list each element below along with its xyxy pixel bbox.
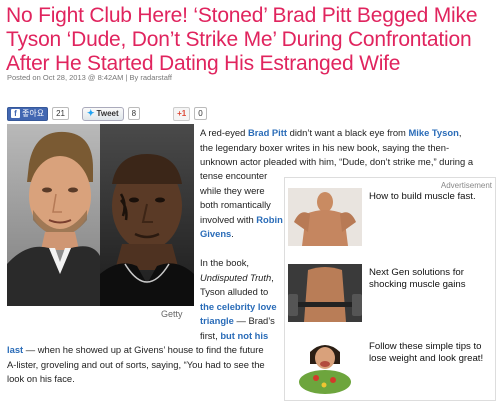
post-meta: Posted on Oct 28, 2013 @ 8:42AM | By rad… (7, 73, 172, 82)
p1-line-8: Givens. (200, 228, 234, 239)
article-paragraph-1-top: A red-eyed Brad Pitt didn’t want a black… (200, 126, 496, 170)
not-his-last-link[interactable]: but not his (220, 330, 268, 341)
tweet-count: 8 (127, 107, 141, 120)
p1-line-6: both romantically (200, 199, 271, 210)
ad-item[interactable]: Follow these simple tips to lose weight … (288, 338, 494, 400)
photo-credit: Getty (161, 309, 183, 319)
google-plus-count: 0 (194, 107, 207, 120)
robin-givens-link[interactable]: Robin (256, 214, 283, 225)
p2-line-1: In the book, (200, 257, 249, 268)
p2-line-4[interactable]: the celebrity love (200, 300, 284, 315)
p2-line-9: look on his face. (7, 373, 75, 384)
p1-line-1: A red-eyed Brad Pitt didn’t want a black… (200, 127, 462, 138)
ad-thumbnail[interactable] (288, 264, 362, 322)
ad-text[interactable]: Next Gen solutions for shocking muscle g… (369, 267, 489, 291)
p2-line-6: first, but not his (200, 329, 269, 341)
p2-line-8: A-lister, groveling and out of sorts, sa… (7, 358, 265, 370)
article-paragraph-2-bottom: last — when he showed up at Givens’ hous… (7, 343, 287, 387)
p2-line-3: Tyson alluded to (200, 286, 269, 297)
ad-thumbnail[interactable] (288, 188, 362, 246)
article-paragraph-1-side: tense encounter while they were both rom… (200, 169, 284, 242)
brad-pitt-mike-tyson-photo (7, 124, 194, 306)
p1-line-5: while they were (200, 184, 265, 196)
p2-line-5: triangle — Brad’s (200, 315, 275, 326)
muscle-man-image (288, 188, 362, 246)
p1-line-2: the legendary boxer writes in his new bo… (200, 141, 450, 153)
not-his-last-link-2[interactable]: last (7, 344, 23, 355)
article-paragraph-2-side: In the book, Undisputed Truth, Tyson all… (200, 256, 284, 343)
ad-thumbnail[interactable] (288, 338, 362, 396)
advertisement-box: Advertisement How to build muscle fast. … (284, 177, 496, 401)
p1-line-4: tense encounter (200, 170, 268, 181)
tweet-label: Tweet (96, 109, 119, 118)
facebook-like-button[interactable]: f 좋아요 (7, 106, 49, 121)
p2-line-7: last — when he showed up at Givens’ hous… (7, 344, 264, 355)
facebook-like-label: 좋아요 (22, 109, 45, 118)
tweet-button[interactable]: ✦ Tweet (82, 106, 124, 121)
article-photo (7, 124, 194, 306)
mike-tyson-link[interactable]: Mike Tyson (408, 127, 458, 138)
ad-text[interactable]: How to build muscle fast. (369, 191, 489, 203)
love-triangle-link[interactable]: triangle (200, 315, 234, 326)
facebook-icon: f (11, 109, 20, 118)
p2-line-2: Undisputed Truth, (200, 271, 274, 283)
ad-item[interactable]: Next Gen solutions for shocking muscle g… (288, 264, 494, 326)
brad-pitt-link[interactable]: Brad Pitt (248, 127, 287, 138)
share-bar: f 좋아요 21 ✦ Tweet 8 +1 0 (7, 106, 207, 121)
robin-givens-link-2[interactable]: Givens (200, 228, 231, 239)
google-plus-button[interactable]: +1 (173, 106, 191, 121)
p1-line-7: involved with Robin (200, 213, 283, 225)
facebook-like-count: 21 (52, 107, 69, 120)
ad-text[interactable]: Follow these simple tips to lose weight … (369, 341, 489, 365)
twitter-bird-icon: ✦ (87, 108, 95, 118)
article-headline: No Fight Club Here! ‘Stoned’ Brad Pitt B… (6, 4, 478, 75)
salad-woman-image (288, 338, 362, 396)
dumbbell-torso-image (288, 264, 362, 322)
p1-line-3: unknown actor pleaded with him, “Dude, d… (200, 156, 474, 167)
ad-item[interactable]: How to build muscle fast. (288, 188, 494, 250)
book-title: Undisputed Truth (200, 271, 272, 283)
